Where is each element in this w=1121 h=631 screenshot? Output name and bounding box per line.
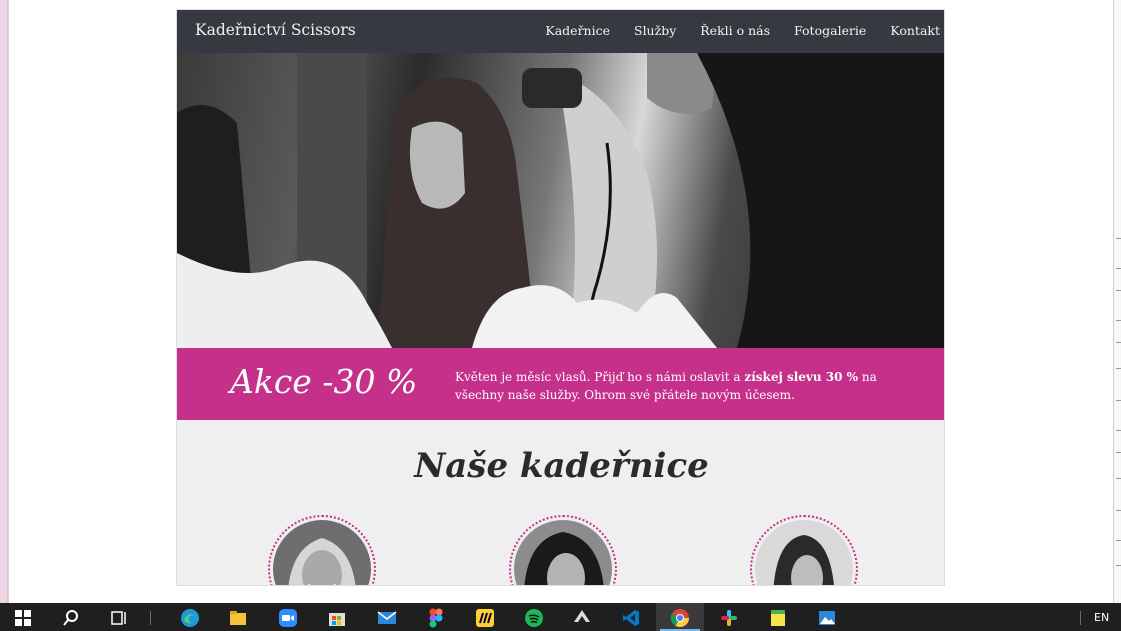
promo-text: Květen je měsíc vlasů. Přijď ho s námi o… bbox=[455, 368, 925, 404]
promo-text-bold: získej slevu 30 % bbox=[744, 370, 859, 384]
taskbar-separator bbox=[150, 611, 151, 625]
windows-start-icon[interactable] bbox=[12, 607, 34, 629]
figma-icon[interactable] bbox=[425, 607, 447, 629]
photos-icon[interactable] bbox=[816, 607, 838, 629]
taskbar: EN bbox=[0, 603, 1121, 631]
microsoft-store-icon[interactable] bbox=[326, 607, 348, 629]
task-view-icon[interactable] bbox=[108, 607, 130, 629]
website-page: Kadeřnictví Scissors Kadeřnice Služby Ře… bbox=[176, 9, 945, 586]
right-side-panel bbox=[1113, 0, 1121, 603]
chrome-icon[interactable] bbox=[669, 607, 691, 629]
file-explorer-icon[interactable] bbox=[227, 607, 249, 629]
nav-link-fotogalerie[interactable]: Fotogalerie bbox=[794, 23, 866, 38]
nav-link-kadernice[interactable]: Kadeřnice bbox=[545, 23, 610, 38]
spotify-icon[interactable] bbox=[523, 607, 545, 629]
nav-link-sluzby[interactable]: Služby bbox=[634, 23, 676, 38]
zoom-icon[interactable] bbox=[277, 607, 299, 629]
promo-text-part1: Květen je měsíc vlasů. Přijď ho s námi o… bbox=[455, 370, 745, 384]
site-navbar: Kadeřnictví Scissors Kadeřnice Služby Ře… bbox=[177, 10, 944, 53]
stylist-avatar-3[interactable] bbox=[750, 515, 858, 585]
search-icon[interactable] bbox=[60, 607, 82, 629]
inkscape-icon[interactable] bbox=[571, 607, 593, 629]
vscode-icon[interactable] bbox=[620, 607, 642, 629]
taskbar-separator-tray bbox=[1080, 611, 1081, 625]
section-title: Naše kadeřnice bbox=[414, 446, 709, 486]
mail-icon[interactable] bbox=[376, 607, 398, 629]
language-indicator[interactable]: EN bbox=[1094, 611, 1109, 624]
slack-icon[interactable] bbox=[718, 607, 740, 629]
sticky-notes-icon[interactable] bbox=[767, 607, 789, 629]
stylist-photo bbox=[755, 520, 853, 585]
left-window-edge bbox=[0, 0, 8, 603]
promo-title: Akce -30 % bbox=[230, 362, 418, 401]
brand-logo-text[interactable]: Kadeřnictví Scissors bbox=[195, 21, 356, 39]
left-divider bbox=[8, 0, 9, 603]
stylist-avatar-2[interactable] bbox=[509, 515, 617, 585]
edge-icon[interactable] bbox=[179, 607, 201, 629]
nav-link-kontakt[interactable]: Kontakt bbox=[890, 23, 940, 38]
miro-icon[interactable] bbox=[474, 607, 496, 629]
nav-links: Kadeřnice Služby Řekli o nás Fotogalerie… bbox=[545, 23, 940, 38]
stylist-photo bbox=[273, 520, 371, 585]
stylist-avatar-1[interactable] bbox=[268, 515, 376, 585]
nav-link-rekli-o-nas[interactable]: Řekli o nás bbox=[700, 23, 770, 38]
hero-image bbox=[177, 53, 944, 348]
stylist-photo bbox=[514, 520, 612, 585]
promo-banner: Akce -30 % Květen je měsíc vlasů. Přijď … bbox=[177, 348, 944, 420]
